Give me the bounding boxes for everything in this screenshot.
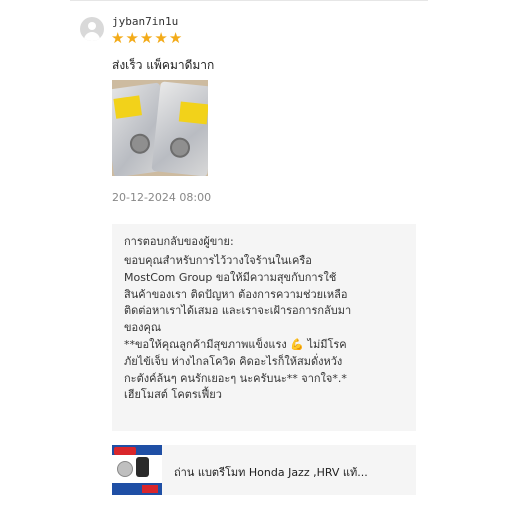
seller-reply: การตอบกลับของผู้ขาย: ขอบคุณสำหรับการไว้ว… [112, 224, 416, 431]
review-text: ส่งเร็ว แพ็คมาดีมาก [112, 58, 215, 72]
avatar-head-icon [88, 22, 96, 30]
seller-reply-title: การตอบกลับของผู้ขาย: [124, 235, 234, 248]
divider [70, 0, 428, 1]
seller-reply-body: ขอบคุณสำหรับการไว้วางใจร้านในเครือ MostC… [124, 254, 352, 402]
product-title: ถ่าน แบตรีโมท Honda Jazz ,HRV แท้... [174, 466, 368, 479]
avatar [80, 17, 104, 41]
package-image [151, 81, 208, 176]
star-icon: ★ [111, 29, 125, 47]
review-date: 20-12-2024 08:00 [112, 191, 212, 204]
star-rating: ★ ★ ★ ★ ★ [111, 30, 182, 46]
star-icon: ★ [168, 29, 183, 47]
avatar-body-icon [84, 32, 100, 41]
product-thumbnail [112, 445, 162, 495]
reviewer-username: jyban7in1u [112, 15, 179, 28]
product-card[interactable]: ถ่าน แบตรีโมท Honda Jazz ,HRV แท้... [112, 445, 416, 495]
star-icon: ★ [154, 29, 168, 47]
review-photo[interactable] [112, 80, 208, 176]
star-icon: ★ [139, 29, 154, 47]
star-icon: ★ [125, 29, 139, 47]
